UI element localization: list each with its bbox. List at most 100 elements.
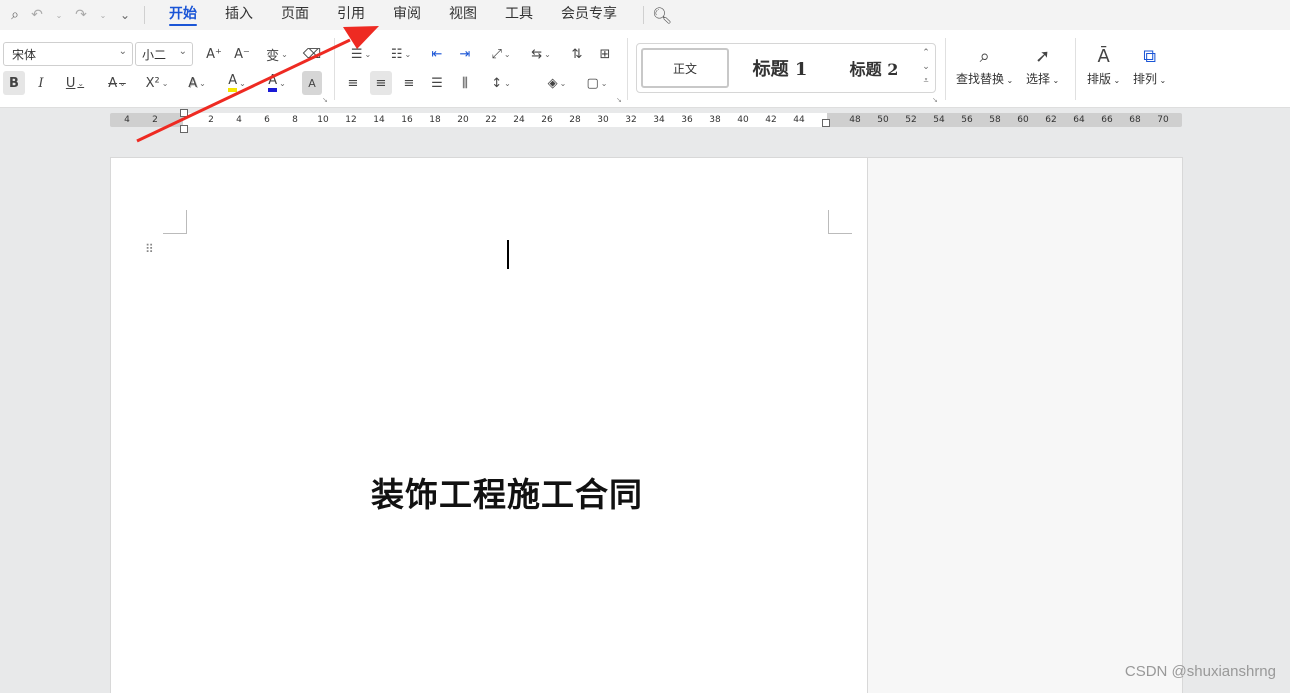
ruler-tick-label: 8 <box>292 115 298 125</box>
distribute-icon: ⫼ <box>462 75 468 91</box>
comment-pane <box>868 157 1183 693</box>
chevron-up-icon[interactable]: ⌃ <box>920 46 932 60</box>
tab-insert[interactable]: 插入 <box>211 0 267 30</box>
eraser-icon: ⌫ <box>302 46 322 62</box>
chevron-down-icon: ⌄ <box>1004 76 1014 85</box>
align-right-icon: ≡ <box>403 75 415 91</box>
ruler-tick-label: 42 <box>765 115 777 125</box>
tab-review[interactable]: 审阅 <box>379 0 435 30</box>
ruler-tick-label: 58 <box>989 115 1001 125</box>
decrease-indent-button[interactable]: ⇤ <box>426 42 448 66</box>
text-direction-button[interactable]: ⤢ ⌄ <box>484 42 518 66</box>
style-heading-1[interactable]: 标题 1 <box>735 48 825 88</box>
chevron-down-icon: ⌄ <box>118 46 127 57</box>
redo-icon[interactable]: ↷ <box>70 4 92 26</box>
font-name-select[interactable]: 宋体 ⌄ <box>3 42 133 66</box>
strikethrough-button[interactable]: A ⌄ <box>100 71 134 95</box>
chevron-down-icon: ⌄ <box>119 78 126 88</box>
align-left-button[interactable]: ≡ <box>342 71 364 95</box>
ruler-tick-label: 64 <box>1073 115 1085 125</box>
bullets-button[interactable]: ☰ ⌄ <box>344 42 378 66</box>
clear-format-button[interactable]: ⌫ <box>300 42 324 66</box>
ruler-tick-label: 14 <box>373 115 385 125</box>
chevron-down-icon: ⌄ <box>559 78 567 88</box>
chevron-down-icon: ⌄ <box>178 46 187 57</box>
char-shading-button[interactable]: A <box>302 71 322 95</box>
font-grow-button[interactable]: A⁺ <box>202 42 226 66</box>
bold-icon: B <box>9 75 19 91</box>
text-effect-button[interactable]: A ⌄ <box>180 71 214 95</box>
search-icon[interactable]: 🔍︎ <box>652 6 672 25</box>
crop-mark-top-left <box>163 210 187 234</box>
tab-page[interactable]: 页面 <box>267 0 323 30</box>
dialog-launcher-icon[interactable]: ↘ <box>932 96 938 104</box>
magnifier-icon: ⌕ <box>979 45 990 67</box>
chevron-down-icon: ⌄ <box>544 49 551 59</box>
distribute-button[interactable]: ⫼ <box>454 71 476 95</box>
tab-home[interactable]: 开始 <box>155 0 211 30</box>
chevron-down-icon[interactable]: ⌄ <box>92 4 114 26</box>
shading-button[interactable]: ◈ ⌄ <box>540 71 574 95</box>
numbering-button[interactable]: ☷ ⌄ <box>384 42 418 66</box>
group-separator <box>334 38 335 100</box>
font-color-button[interactable]: A ⌄ <box>260 71 294 95</box>
arrange-label: 排列 <box>1133 72 1158 86</box>
ruler-tick-label: 60 <box>1017 115 1029 125</box>
phonetic-guide-button[interactable]: 变 ⌄ <box>260 42 294 66</box>
chevron-down-icon: ⌄ <box>161 78 169 88</box>
ruler-tick-label: 2 <box>208 115 214 125</box>
file-preview-icon[interactable]: ⌕ <box>4 4 26 26</box>
right-indent-marker[interactable] <box>822 119 830 127</box>
arrange-icon: ⧉ <box>1143 45 1157 67</box>
align-center-button[interactable]: ≡ <box>370 71 392 95</box>
bold-button[interactable]: B <box>3 71 25 95</box>
italic-icon: I <box>38 75 44 91</box>
horizontal-ruler[interactable]: 4 2 2 4 6 8 10 12 14 16 18 20 22 24 26 28 30 32 34 36 38 40 42… <box>110 109 1182 133</box>
underline-button[interactable]: U ⌄ <box>58 71 92 95</box>
line-spacing-button[interactable]: ↕ ⌄ <box>484 71 518 95</box>
ruler-tick-label: 4 <box>124 115 130 125</box>
chevron-down-icon[interactable]: ⌄ <box>48 4 70 26</box>
highlight-button[interactable]: A ⌄ <box>220 71 254 95</box>
left-indent-marker[interactable] <box>180 125 188 133</box>
paragraph-drag-handle[interactable]: ⠿ <box>145 243 155 255</box>
align-right-button[interactable]: ≡ <box>398 71 420 95</box>
justify-icon: ☰ <box>431 75 443 91</box>
borders-button[interactable]: ▢ ⌄ <box>580 71 614 95</box>
layout-button[interactable]: Ā 排版 ⌄ <box>1087 42 1120 87</box>
style-normal[interactable]: 正文 <box>641 48 729 88</box>
superscript-icon: X² <box>145 75 160 91</box>
document-page[interactable]: ⠿ 装饰工程施工合同 <box>110 157 868 693</box>
find-replace-button[interactable]: ⌕ 查找替换 ⌄ <box>956 42 1013 87</box>
chevron-down-icon: ⌄ <box>281 49 288 59</box>
expand-gallery-icon[interactable]: ⩡ <box>920 74 932 88</box>
tab-tools[interactable]: 工具 <box>491 0 547 30</box>
superscript-button[interactable]: X² ⌄ <box>140 71 174 95</box>
undo-icon[interactable]: ↶ <box>26 4 48 26</box>
document-title[interactable]: 装饰工程施工合同 <box>111 468 903 516</box>
sort-button[interactable]: ⇅ <box>566 42 588 66</box>
justify-button[interactable]: ☰ <box>426 71 448 95</box>
tab-view[interactable]: 视图 <box>435 0 491 30</box>
dialog-launcher-icon[interactable]: ↘ <box>616 96 622 104</box>
convert-button[interactable]: ⇆ ⌄ <box>526 42 556 66</box>
styles-scroll[interactable]: ⌃ ⌄ ⩡ <box>920 46 932 88</box>
ruler-tick-label: 38 <box>709 115 721 125</box>
font-shrink-button[interactable]: A⁻ <box>230 42 254 66</box>
tab-member[interactable]: 会员专享 <box>547 0 631 30</box>
style-heading-1-label: 标题 1 <box>752 59 808 80</box>
show-marks-button[interactable]: ⊞ <box>594 42 616 66</box>
chevron-down-icon[interactable]: ⌄ <box>920 60 932 74</box>
select-button[interactable]: ➚ 选择 ⌄ <box>1026 42 1059 87</box>
tab-references[interactable]: 引用 <box>323 0 379 30</box>
first-line-indent-marker[interactable] <box>180 109 188 117</box>
arrange-button[interactable]: ⧉ 排列 ⌄ <box>1133 42 1166 87</box>
ruler-tick-label: 12 <box>345 115 357 125</box>
ruler-tick-label: 30 <box>597 115 609 125</box>
italic-button[interactable]: I <box>30 71 52 95</box>
dialog-launcher-icon[interactable]: ↘ <box>322 96 328 104</box>
increase-indent-button[interactable]: ⇥ <box>454 42 476 66</box>
font-size-select[interactable]: 小二 ⌄ <box>135 42 193 66</box>
style-heading-2[interactable]: 标题 2 <box>831 48 917 88</box>
more-icon[interactable]: ⌄ <box>114 4 136 26</box>
